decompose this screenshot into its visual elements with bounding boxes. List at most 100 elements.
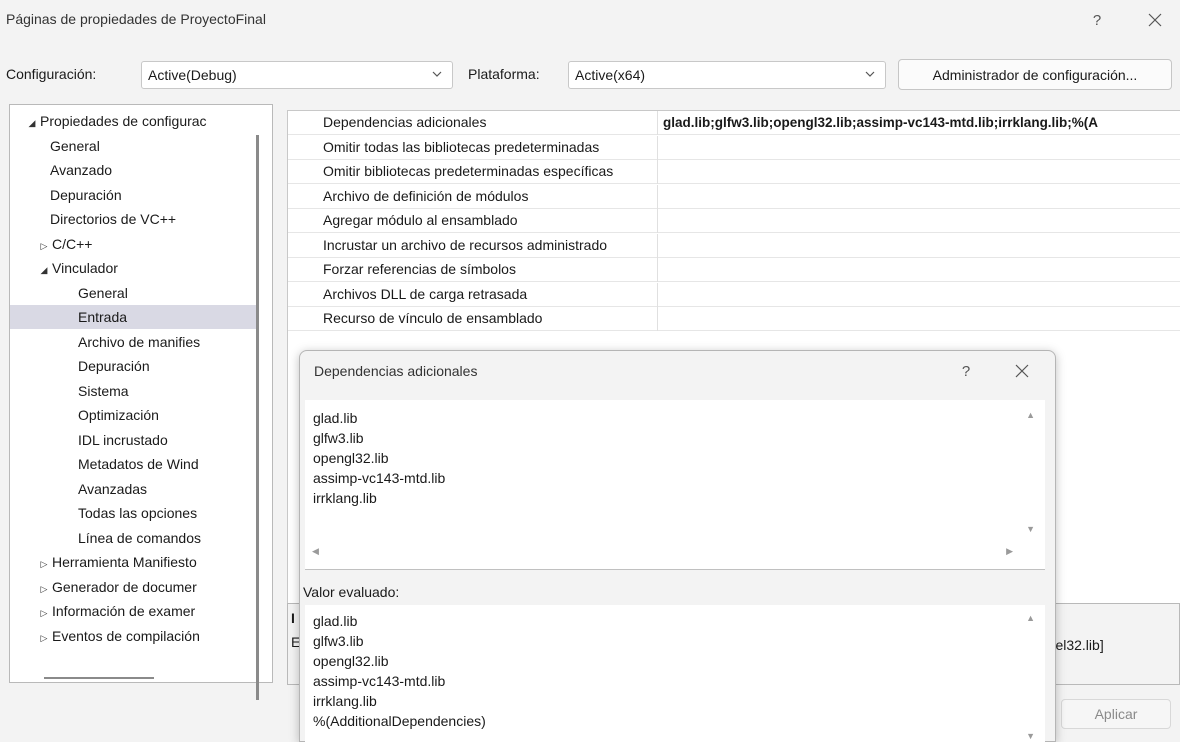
dependencies-textarea[interactable]: glad.lib glfw3.lib opengl32.lib assimp-vc14… bbox=[305, 400, 1045, 570]
tree-item[interactable]: Archivo de manifies bbox=[10, 330, 258, 354]
text-line: assimp-vc143-mtd.lib bbox=[313, 470, 446, 486]
property-tree[interactable]: ◢ Propiedades de configurac General Avanzad… bbox=[9, 104, 273, 700]
scroll-left-icon[interactable]: ◀ bbox=[312, 546, 319, 557]
tree-item[interactable]: ▷ Herramienta Manifiesto bbox=[10, 550, 258, 574]
tree-item-label: Entrada bbox=[78, 309, 128, 325]
tree-item[interactable]: Metadatos de Wind bbox=[10, 452, 258, 476]
dialog-help-button[interactable]: ? bbox=[949, 357, 983, 385]
property-value[interactable] bbox=[663, 258, 1180, 282]
apply-button[interactable]: Aplicar bbox=[1061, 699, 1171, 729]
tree-horizontal-scrollbar[interactable] bbox=[44, 677, 154, 679]
tree-item[interactable]: General bbox=[10, 134, 258, 158]
expand-arrow-icon[interactable]: ▷ bbox=[36, 552, 52, 574]
tree-item-label: Información de examer bbox=[52, 603, 196, 619]
close-button[interactable] bbox=[1138, 6, 1172, 34]
text-line: opengl32.lib bbox=[313, 450, 389, 466]
property-name: Forzar referencias de símbolos bbox=[323, 258, 658, 282]
description-title: I bbox=[291, 610, 295, 626]
configuration-manager-button[interactable]: Administrador de configuración... bbox=[898, 59, 1172, 90]
tree-item-label: Todas las opciones bbox=[78, 505, 198, 521]
collapse-arrow-icon[interactable]: ◢ bbox=[24, 111, 40, 133]
close-icon bbox=[1015, 364, 1029, 378]
tree-item[interactable]: IDL incrustado bbox=[10, 428, 258, 452]
tree-item-label: General bbox=[78, 284, 128, 301]
scroll-right-icon[interactable]: ▶ bbox=[1006, 546, 1013, 557]
grid-row[interactable]: Dependencias adicionales glad.lib;glfw3.l… bbox=[288, 111, 1180, 135]
tree-item[interactable]: ▷ Información de examer bbox=[10, 599, 258, 623]
scroll-down-icon[interactable]: ▼ bbox=[1026, 731, 1035, 741]
property-value[interactable] bbox=[663, 160, 1180, 184]
tree-item[interactable]: Optimización bbox=[10, 403, 258, 427]
tree-item[interactable]: General bbox=[10, 281, 258, 305]
scroll-up-icon[interactable]: ▲ bbox=[1026, 410, 1035, 420]
property-value[interactable] bbox=[663, 283, 1180, 307]
tree-item[interactable]: Sistema bbox=[10, 379, 258, 403]
tree-item[interactable]: Avanzado bbox=[10, 158, 258, 182]
window-title: Páginas de propiedades de ProyectoFinal bbox=[6, 11, 266, 27]
tree-item-label: Depuración bbox=[78, 358, 150, 374]
expand-arrow-icon[interactable]: ▷ bbox=[36, 626, 52, 648]
tree-item[interactable]: Directorios de VC++ bbox=[10, 207, 258, 231]
tree-item-label: Archivo de manifies bbox=[78, 333, 201, 350]
property-value[interactable] bbox=[663, 136, 1180, 160]
tree-item[interactable]: ▷ Eventos de compilación bbox=[10, 624, 258, 648]
tree-item[interactable]: Depuración bbox=[10, 183, 258, 207]
tree-item[interactable]: Avanzadas bbox=[10, 477, 258, 501]
text-line: glfw3.lib bbox=[313, 633, 364, 649]
collapse-arrow-icon[interactable]: ◢ bbox=[36, 258, 52, 280]
tree-item[interactable]: Todas las opciones bbox=[10, 501, 258, 525]
tree-item[interactable]: Depuración bbox=[10, 354, 258, 378]
tree-item-label: Propiedades de configurac bbox=[40, 113, 207, 129]
property-name: Omitir bibliotecas predeterminadas espec… bbox=[323, 160, 658, 184]
tree-item-label: Generador de documer bbox=[52, 578, 197, 595]
configuration-select[interactable]: Active(Debug) bbox=[141, 61, 453, 89]
grid-row[interactable]: Archivo de definición de módulos bbox=[288, 184, 1180, 209]
tree-item-label: IDL incrustado bbox=[78, 431, 168, 448]
grid-row[interactable]: Omitir bibliotecas predeterminadas espec… bbox=[288, 160, 1180, 184]
tree-item[interactable]: ▷ Generador de documer bbox=[10, 575, 258, 599]
tree-item[interactable]: ◢ Propiedades de configurac bbox=[10, 109, 258, 133]
tree-item[interactable]: Entrada bbox=[10, 305, 258, 329]
expand-arrow-icon[interactable]: ▷ bbox=[36, 601, 52, 623]
tree-item[interactable]: Línea de comandos bbox=[10, 526, 258, 550]
text-line: assimp-vc143-mtd.lib bbox=[313, 673, 446, 689]
tree-item-label: General bbox=[50, 137, 100, 154]
configuration-value: Active(Debug) bbox=[148, 67, 237, 83]
grid-row[interactable]: Recurso de vínculo de ensamblado bbox=[288, 307, 1180, 331]
scroll-up-icon[interactable]: ▲ bbox=[1026, 613, 1035, 623]
expand-arrow-icon[interactable]: ▷ bbox=[36, 234, 52, 256]
scroll-down-icon[interactable]: ▼ bbox=[1026, 524, 1035, 534]
help-button[interactable]: ? bbox=[1080, 6, 1114, 34]
property-value[interactable] bbox=[663, 234, 1180, 258]
text-line: irrklang.lib bbox=[313, 693, 377, 709]
tree-vertical-scrollbar[interactable] bbox=[256, 135, 259, 700]
tree-item[interactable]: ◢ Vinculador bbox=[10, 256, 258, 280]
property-value[interactable] bbox=[663, 185, 1180, 209]
tree-item-label: C/C++ bbox=[52, 235, 93, 252]
tree-item-label: Directorios de VC++ bbox=[50, 211, 177, 227]
tree-item-label: Vinculador bbox=[52, 260, 118, 276]
tree-item-label: Depuración bbox=[50, 186, 122, 203]
property-value[interactable]: glad.lib;glfw3.lib;opengl32.lib;assimp-v… bbox=[663, 111, 1180, 135]
evaluated-value-box: glad.lib glfw3.lib opengl32.lib assimp-vc14… bbox=[305, 605, 1045, 742]
property-name: Archivo de definición de módulos bbox=[323, 184, 658, 209]
grid-row[interactable]: Archivos DLL de carga retrasada bbox=[288, 282, 1180, 307]
grid-row[interactable]: Agregar módulo al ensamblado bbox=[288, 209, 1180, 233]
tree-item-label: Metadatos de Wind bbox=[78, 456, 199, 472]
grid-row[interactable]: Forzar referencias de símbolos bbox=[288, 258, 1180, 282]
property-value[interactable] bbox=[663, 209, 1180, 233]
tree-item-label: Avanzado bbox=[50, 162, 113, 178]
grid-row[interactable]: Incrustar un archivo de recursos adminis… bbox=[288, 233, 1180, 258]
expand-arrow-icon[interactable]: ▷ bbox=[36, 577, 52, 599]
dialog-title: Dependencias adicionales bbox=[314, 363, 478, 379]
dialog-close-button[interactable] bbox=[1005, 357, 1039, 385]
tree-item-label: Eventos de compilación bbox=[52, 627, 200, 644]
platform-select[interactable]: Active(x64) bbox=[568, 61, 886, 89]
text-line: irrklang.lib bbox=[313, 490, 377, 506]
grid-row[interactable]: Omitir todas las bibliotecas predetermin… bbox=[288, 135, 1180, 160]
property-name: Recurso de vínculo de ensamblado bbox=[323, 307, 658, 331]
property-value[interactable] bbox=[663, 307, 1180, 331]
property-name: Archivos DLL de carga retrasada bbox=[323, 282, 658, 307]
tree-item-label: Avanzadas bbox=[78, 480, 148, 497]
tree-item[interactable]: ▷ C/C++ bbox=[10, 232, 258, 256]
